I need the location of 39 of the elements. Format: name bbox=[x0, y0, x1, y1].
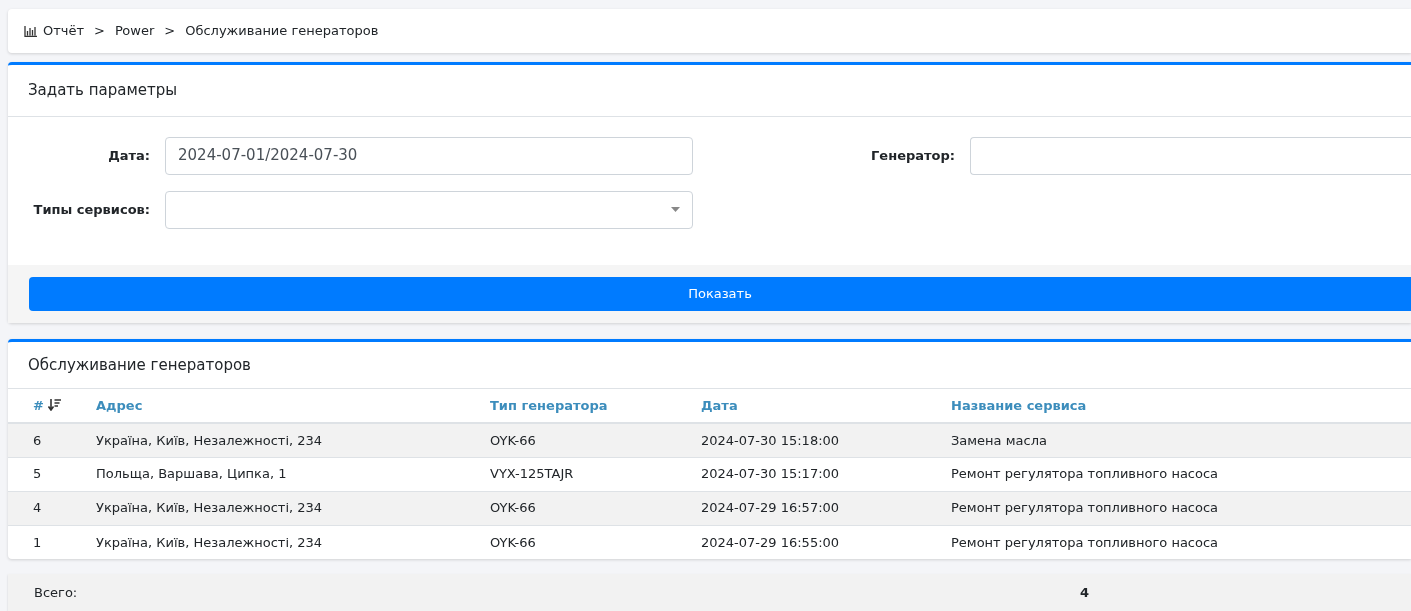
column-header[interactable]: Название сервиса bbox=[951, 397, 1087, 413]
table-cell: Україна, Київ, Незалежності, 234 bbox=[96, 491, 490, 525]
table-cell: Замена масла bbox=[951, 423, 1411, 457]
table-cell: 4 bbox=[8, 491, 96, 525]
input-field[interactable]: 2024-07-01/2024-07-30 bbox=[165, 136, 693, 175]
table-cell: Україна, Київ, Незалежності, 234 bbox=[96, 525, 490, 559]
dropdown-caret-icon bbox=[671, 207, 680, 212]
table-cell: OYK-66 bbox=[490, 491, 701, 525]
breadcrumb-link[interactable]: Power bbox=[114, 21, 155, 41]
breadcrumb-separator: > bbox=[163, 22, 177, 41]
select-field[interactable] bbox=[165, 190, 693, 229]
panel-title: Задать параметры bbox=[8, 65, 1411, 117]
table-cell: 2024-07-30 15:18:00 bbox=[701, 423, 951, 457]
input-field[interactable] bbox=[970, 136, 1411, 175]
table-cell: OYK-66 bbox=[490, 525, 701, 559]
table-cell: 6 bbox=[8, 423, 96, 457]
field-label: Типы сервисов: bbox=[32, 200, 150, 219]
column-header[interactable]: # bbox=[33, 397, 44, 413]
table-cell: 2024-07-29 16:55:00 bbox=[701, 525, 951, 559]
show-button[interactable]: Показать bbox=[29, 276, 1411, 311]
table-cell: 2024-07-29 16:57:00 bbox=[701, 491, 951, 525]
column-header[interactable]: Адрес bbox=[96, 397, 143, 413]
total-label: Всего: bbox=[33, 583, 79, 602]
table-title: Обслуживание генераторов bbox=[8, 341, 1411, 389]
table-cell: OYK-66 bbox=[490, 423, 701, 457]
sort-descending-icon[interactable] bbox=[47, 398, 61, 411]
breadcrumb-current: Обслуживание генераторов bbox=[185, 22, 379, 41]
breadcrumb-link[interactable]: Отчёт bbox=[43, 21, 85, 41]
field-label: Дата: bbox=[107, 146, 150, 165]
total-value: 4 bbox=[1080, 583, 1090, 602]
table-cell: 1 bbox=[8, 525, 96, 559]
table-cell: Україна, Київ, Незалежності, 234 bbox=[96, 423, 490, 457]
field-label: Генератор: bbox=[870, 146, 955, 165]
breadcrumb-separator: > bbox=[93, 22, 106, 41]
column-header[interactable]: Дата bbox=[701, 397, 738, 413]
bar-chart-icon bbox=[24, 25, 37, 37]
table-cell: Ремонт регулятора топливного насоса bbox=[951, 491, 1411, 525]
column-header[interactable]: Тип генератора bbox=[490, 397, 608, 413]
table-cell: Ремонт регулятора топливного насоса bbox=[951, 525, 1411, 559]
